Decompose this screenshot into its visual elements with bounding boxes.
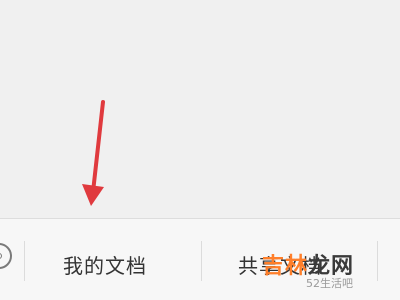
red-arrow-annotation: [82, 100, 105, 206]
watermark-brand-part1: 吉林: [262, 254, 309, 279]
divider: [377, 241, 378, 281]
tab-my-documents[interactable]: 我的文档: [63, 250, 147, 279]
watermark-subtext: 52生活吧: [306, 277, 353, 290]
content-area: [0, 0, 400, 218]
settings-icon[interactable]: [0, 243, 12, 269]
divider: [201, 241, 202, 281]
divider: [24, 241, 25, 281]
